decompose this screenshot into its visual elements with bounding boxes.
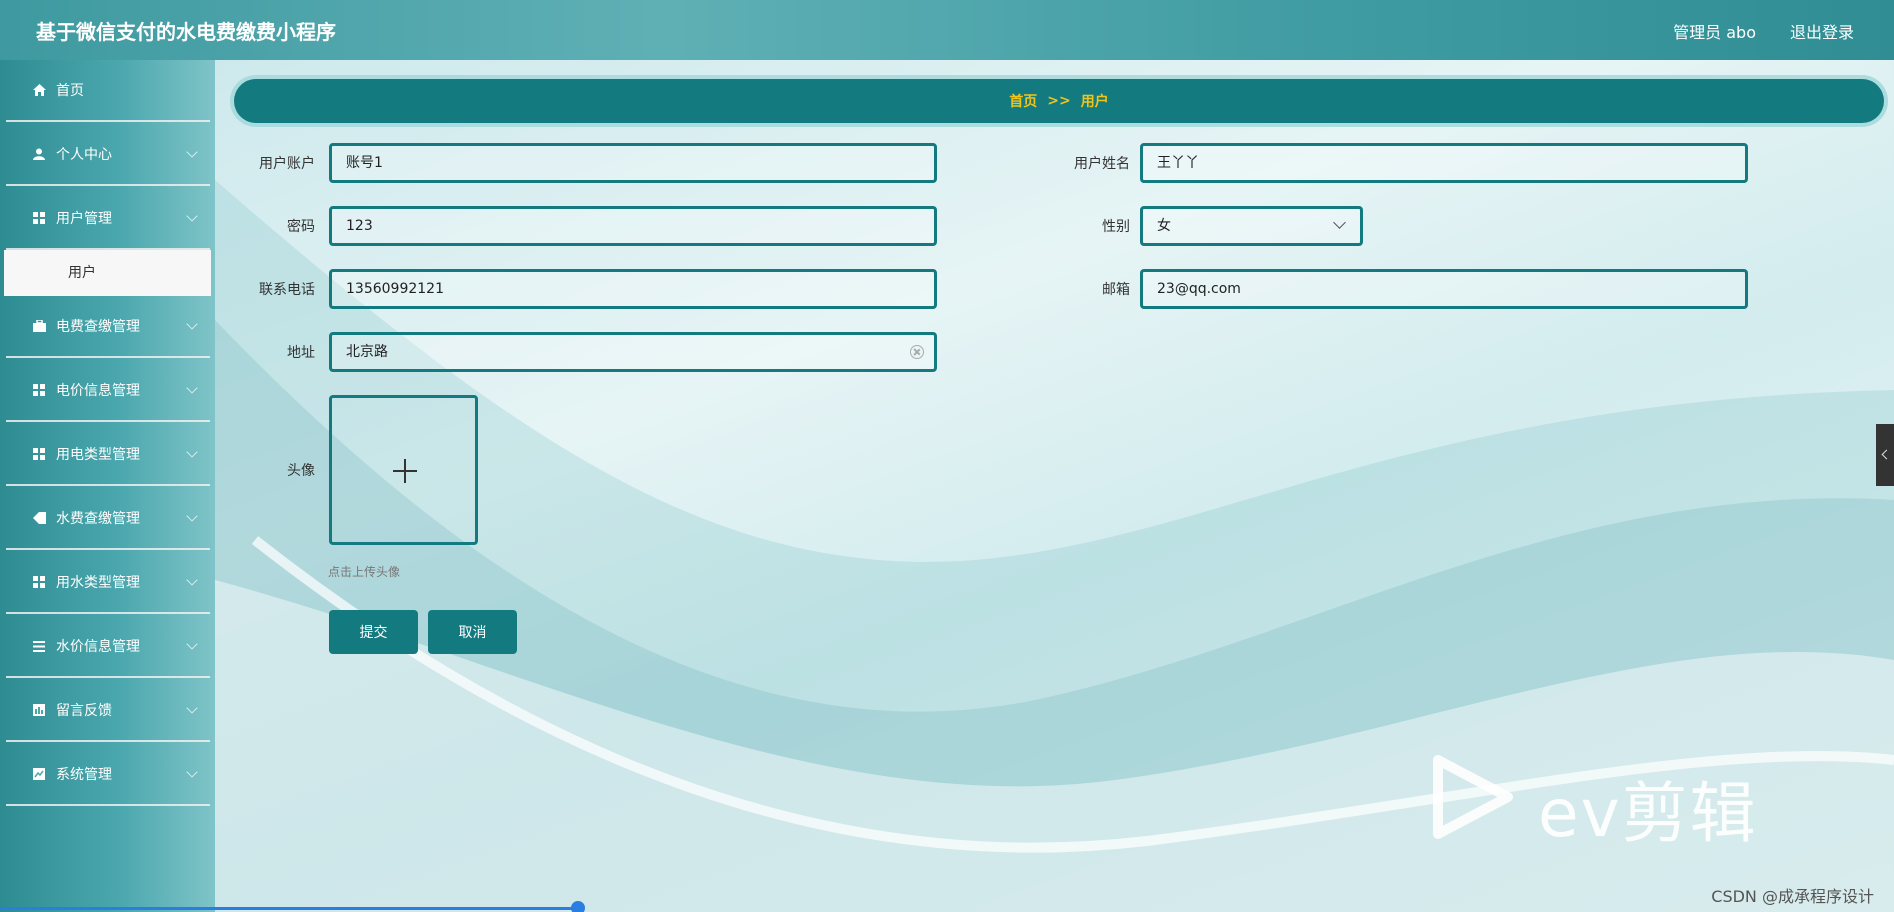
chevron-down-icon — [186, 382, 198, 394]
breadcrumb: 首页 >> 用户 — [234, 79, 1884, 123]
grid-icon — [32, 211, 46, 225]
chevron-down-icon — [186, 638, 198, 650]
sidebar-item-label: 留言反馈 — [56, 703, 112, 719]
address-label: 地址 — [287, 345, 315, 361]
chevron-down-icon — [186, 766, 198, 778]
breadcrumb-current: 用户 — [1080, 94, 1109, 110]
sidebar-item-label: 首页 — [56, 83, 84, 99]
sidebar-item-feedback[interactable]: 留言反馈 — [6, 680, 210, 742]
sidebar-item-users[interactable]: 用户管理 — [6, 188, 210, 250]
sidebar-item-label: 水费查缴管理 — [56, 511, 140, 527]
address-field[interactable]: 北京路 — [329, 332, 937, 372]
avatar-label: 头像 — [287, 463, 315, 479]
sidebar-item-label: 系统管理 — [56, 767, 112, 783]
sidebar-item-label: 用水类型管理 — [56, 575, 140, 591]
watermark-brand: ev剪辑 — [1538, 775, 1758, 852]
sidebar-item-label: 水价信息管理 — [56, 639, 140, 655]
video-progress-handle[interactable] — [571, 901, 585, 912]
logout-button[interactable]: 退出登录 — [1790, 19, 1854, 43]
sidebar-item-electric-price[interactable]: 电价信息管理 — [6, 360, 210, 422]
chevron-down-icon — [186, 510, 198, 522]
breadcrumb-separator: >> — [1047, 93, 1071, 109]
sidebar-item-electric-bills[interactable]: 电费查缴管理 — [6, 296, 210, 358]
breadcrumb-home[interactable]: 首页 — [1009, 91, 1037, 111]
list-icon — [32, 639, 46, 653]
gender-select[interactable]: 女 — [1140, 206, 1363, 246]
chevron-down-icon — [186, 574, 198, 586]
phone-label: 联系电话 — [259, 282, 315, 298]
grid-icon — [32, 447, 46, 461]
chevron-down-icon — [186, 702, 198, 714]
cancel-button[interactable]: 取消 — [428, 610, 517, 654]
sidebar-item-label: 用电类型管理 — [56, 447, 140, 463]
header-actions: 管理员 abo 退出登录 — [1673, 19, 1854, 43]
chevron-down-icon — [186, 210, 198, 222]
sidebar-item-home[interactable]: 首页 — [6, 60, 210, 122]
sidebar-item-label: 用户管理 — [56, 211, 112, 227]
email-field[interactable]: 23@qq.com — [1140, 269, 1748, 309]
grid-icon — [32, 575, 46, 589]
gender-label: 性别 — [1102, 219, 1130, 235]
name-label: 用户姓名 — [1074, 156, 1130, 172]
password-field[interactable]: 123 — [329, 206, 937, 246]
sidebar-item-label: 电价信息管理 — [56, 383, 140, 399]
avatar-hint: 点击上传头像 — [328, 565, 401, 579]
chevron-down-icon — [1333, 216, 1346, 229]
tag-icon — [32, 511, 46, 525]
account-label: 用户账户 — [259, 156, 315, 172]
sidebar-item-system[interactable]: 系统管理 — [6, 744, 210, 806]
name-field[interactable]: 王丫丫 — [1140, 143, 1748, 183]
sidebar-subitem-user[interactable]: 用户 — [4, 250, 211, 296]
chevron-down-icon — [186, 318, 198, 330]
account-field[interactable]: 账号1 — [329, 143, 937, 183]
chart-icon — [32, 703, 46, 717]
sidebar-item-water-bills[interactable]: 水费查缴管理 — [6, 488, 210, 550]
clear-icon[interactable] — [910, 345, 924, 359]
chevron-down-icon — [186, 446, 198, 458]
sidebar-item-label: 电费查缴管理 — [56, 319, 140, 335]
plus-icon-vertical — [404, 459, 406, 483]
phone-field[interactable]: 13560992121 — [329, 269, 937, 309]
sidebar-item-water-type[interactable]: 用水类型管理 — [6, 552, 210, 614]
password-label: 密码 — [287, 219, 315, 235]
person-icon — [32, 147, 46, 161]
home-icon — [32, 83, 46, 97]
briefcase-icon — [32, 319, 46, 333]
video-progress-bar — [0, 907, 578, 910]
avatar-upload[interactable] — [329, 395, 478, 545]
submit-button[interactable]: 提交 — [329, 610, 418, 654]
chevron-down-icon — [186, 146, 198, 158]
email-label: 邮箱 — [1102, 282, 1130, 298]
gender-selected-value: 女 — [1157, 218, 1171, 234]
top-bar: 基于微信支付的水电费缴费小程序 管理员 abo 退出登录 — [0, 0, 1894, 60]
grid-icon — [32, 383, 46, 397]
sidebar-lower: 电费查缴管理 电价信息管理 用电类型管理 水费查缴管理 用水类型管理 水价信息管… — [0, 296, 215, 912]
admin-user[interactable]: 管理员 abo — [1673, 19, 1756, 43]
sidebar-item-label: 个人中心 — [56, 147, 112, 163]
trend-icon — [32, 767, 46, 781]
sidebar-item-profile[interactable]: 个人中心 — [6, 124, 210, 186]
app-title: 基于微信支付的水电费缴费小程序 — [36, 20, 336, 44]
collapse-tab[interactable] — [1876, 424, 1894, 486]
sidebar-item-water-price[interactable]: 水价信息管理 — [6, 616, 210, 678]
sidebar-item-electric-type[interactable]: 用电类型管理 — [6, 424, 210, 486]
address-value: 北京路 — [346, 344, 388, 360]
watermark-credit: CSDN @成承程序设计 — [1711, 887, 1874, 906]
